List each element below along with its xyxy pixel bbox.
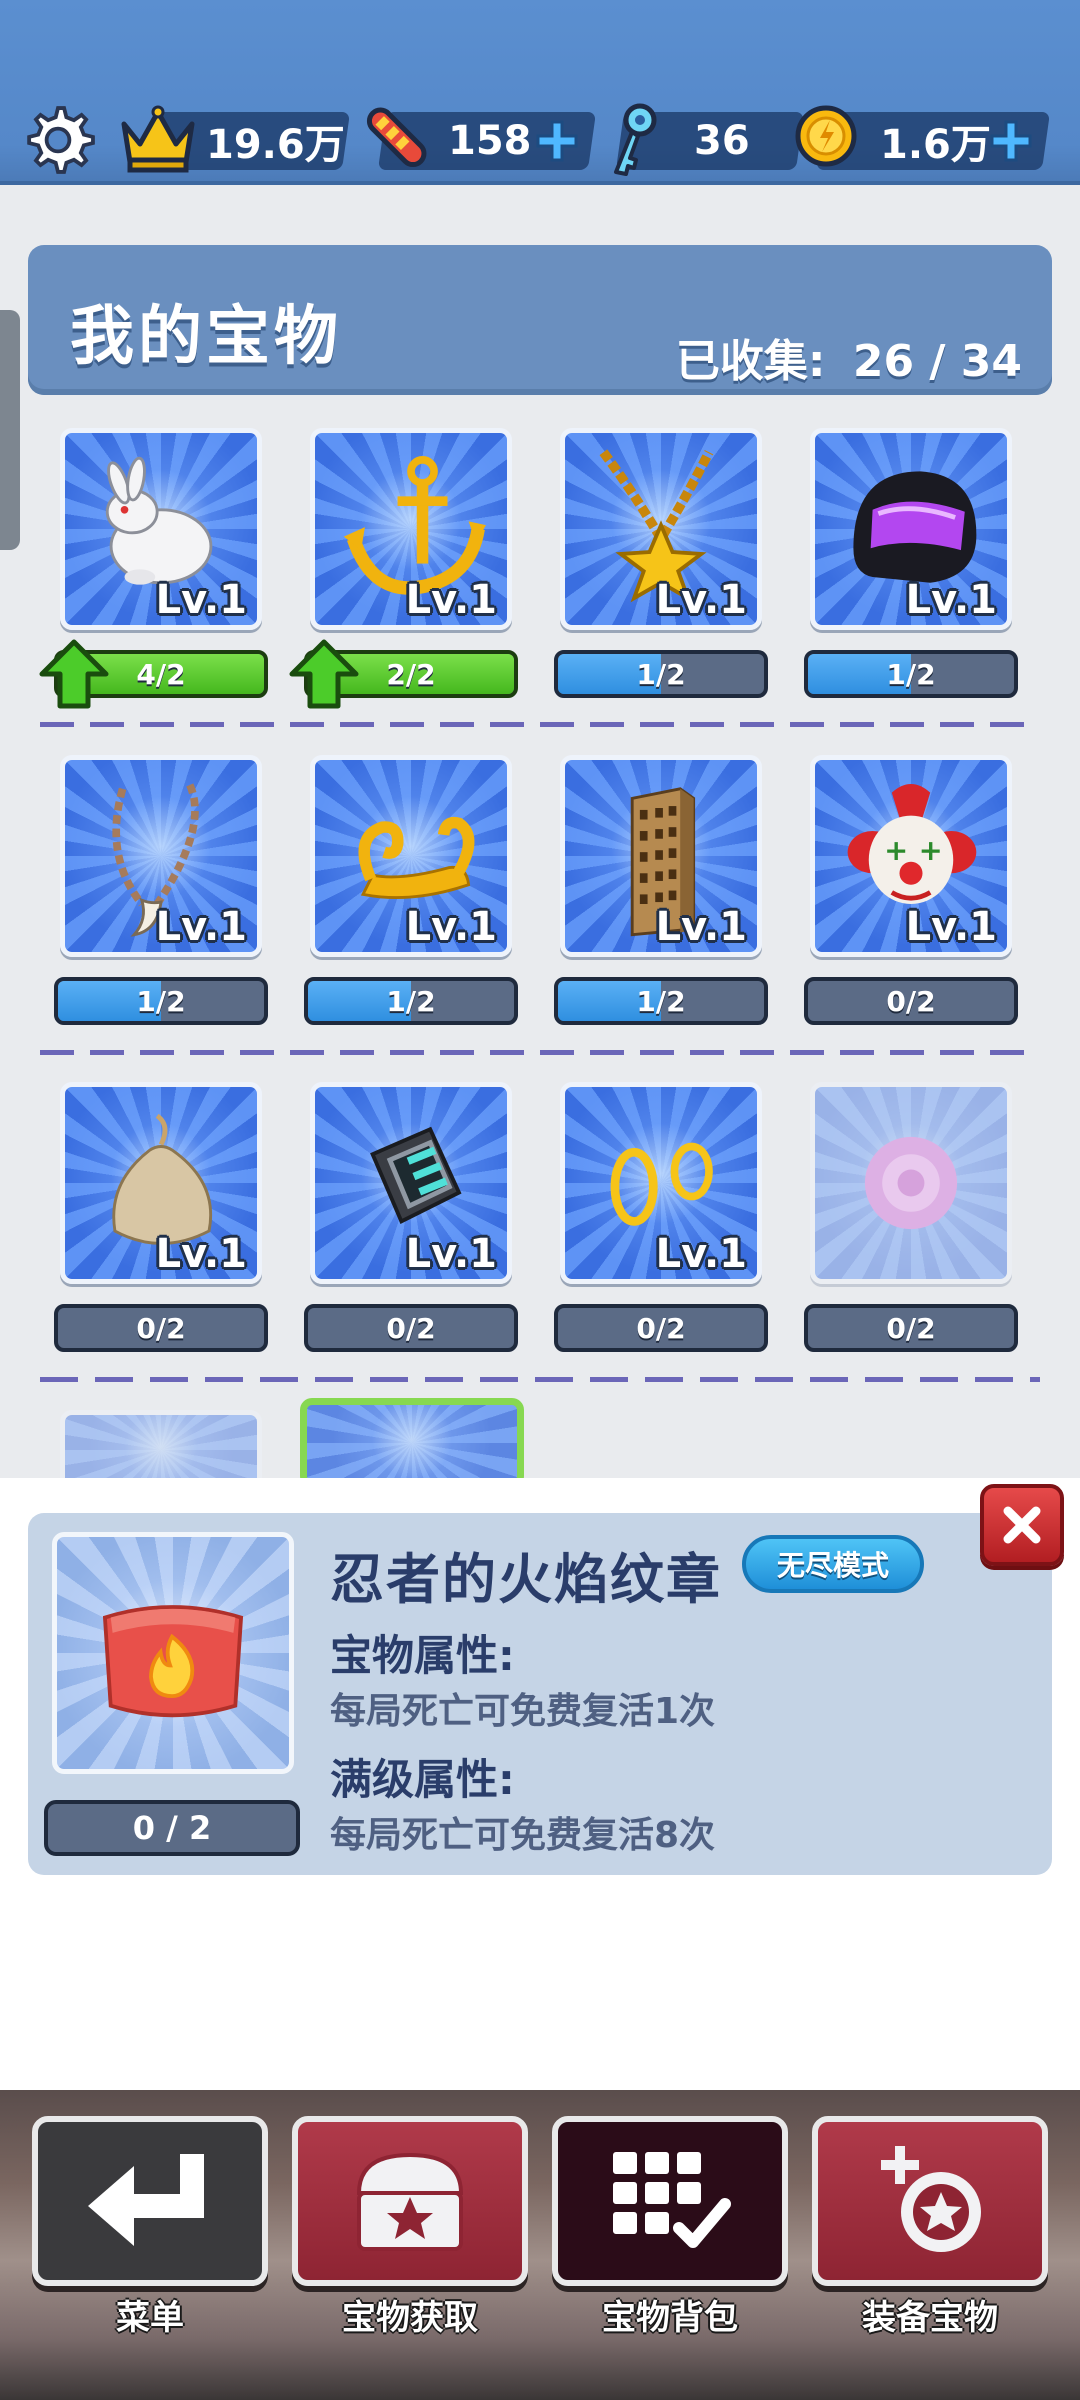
svg-text:+: +: [919, 833, 943, 867]
progress-text: 0/2: [636, 1311, 686, 1345]
row-divider: [40, 1050, 1040, 1055]
treasure-progress-bar: 0/2: [804, 977, 1018, 1025]
obtain-treasure-label: 宝物获取: [342, 2298, 478, 2338]
treasure-progress-bar: 0/2: [554, 1304, 768, 1352]
treasure-chest-icon: [356, 2152, 464, 2251]
progress-text: 0/2: [886, 1311, 936, 1345]
equip-treasure-label: 装备宝物: [862, 2298, 998, 2338]
treasure-level: Lv.1: [655, 1231, 747, 1277]
treasure-smart-watch[interactable]: Lv.1: [310, 1082, 512, 1284]
detail-treasure-name: 忍者的火焰纹章: [330, 1548, 722, 1611]
key-icon: [614, 103, 657, 176]
treasure-clown-mask[interactable]: + + Lv.1: [810, 755, 1012, 957]
upgrade-arrow-icon[interactable]: [38, 638, 110, 710]
max-attribute-text: 每局死亡可免费复活8次: [330, 1815, 716, 1856]
fire-emblem-icon: [102, 1605, 244, 1718]
treasure-backpack-label: 宝物背包: [602, 2298, 738, 2338]
treasure-level: Lv.1: [905, 904, 997, 950]
detail-progress-text: 0 / 2: [132, 1809, 212, 1847]
progress-text: 1/2: [136, 984, 186, 1018]
progress-text: 1/2: [636, 657, 686, 691]
treasure-progress-bar: 0/2: [804, 1304, 1018, 1352]
grid-check-icon: [613, 2152, 731, 2248]
progress-text: 1/2: [886, 657, 936, 691]
purple-flower-icon: [864, 1136, 958, 1230]
treasure-golden-rings[interactable]: Lv.1: [560, 1082, 762, 1284]
return-arrow-icon: [88, 2154, 204, 2246]
menu-label: 菜单: [116, 2298, 184, 2338]
coin-value: 1.6万: [880, 122, 991, 168]
detail-treasure-image: [52, 1532, 294, 1774]
treasure-magic-carpet[interactable]: Lv.1: [310, 755, 512, 957]
equip-star-icon: [881, 2146, 981, 2252]
attribute-text: 每局死亡可免费复活1次: [330, 1691, 716, 1732]
treasure-level: Lv.1: [155, 904, 247, 950]
treasure-progress-bar: 1/2: [804, 650, 1018, 698]
progress-text: 1/2: [636, 984, 686, 1018]
crown-value: 19.6万: [206, 122, 345, 168]
endless-mode-badge: 无尽模式: [742, 1535, 924, 1593]
crown-icon: [121, 105, 195, 173]
treasure-selected-tile[interactable]: [300, 1398, 524, 1488]
collected-value: 26 / 34: [852, 336, 1022, 387]
hoverboard-icon: [366, 107, 427, 168]
upgrade-arrow-icon[interactable]: [288, 638, 360, 710]
settings-gear-icon[interactable]: [20, 102, 96, 178]
progress-text: 1/2: [386, 984, 436, 1018]
treasure-level: Lv.1: [405, 577, 497, 623]
collected-count: 已收集: 26 / 34: [676, 325, 1022, 389]
attribute-title: 宝物属性:: [330, 1631, 515, 1680]
hoverboard-value: 158: [448, 118, 532, 164]
treasure-purple-flower[interactable]: [810, 1082, 1012, 1284]
coin-icon: [795, 105, 857, 167]
treasure-backpack-button[interactable]: [552, 2116, 788, 2286]
treasure-progress-bar: 1/2: [54, 977, 268, 1025]
treasure-level: Lv.1: [655, 904, 747, 950]
progress-text: 2/2: [386, 657, 436, 691]
treasure-progress-bar: 0/2: [304, 1304, 518, 1352]
treasure-fang-necklace[interactable]: Lv.1: [60, 755, 262, 957]
treasure-progress-bar: 1/2: [554, 650, 768, 698]
scroll-handle[interactable]: [0, 310, 20, 550]
svg-text:+: +: [884, 833, 908, 867]
obtain-treasure-button[interactable]: [292, 2116, 528, 2286]
equip-treasure-button[interactable]: [812, 2116, 1048, 2286]
close-button[interactable]: [980, 1484, 1064, 1566]
treasure-level: Lv.1: [405, 904, 497, 950]
detail-progress-bar: 0 / 2: [44, 1800, 300, 1856]
treasure-helmet[interactable]: Lv.1: [810, 428, 1012, 630]
add-coins-icon[interactable]: [988, 116, 1034, 166]
collected-label: 已收集:: [675, 336, 826, 387]
progress-text: 0/2: [386, 1311, 436, 1345]
menu-button[interactable]: [32, 2116, 268, 2286]
row-divider: [40, 1377, 1040, 1382]
treasure-level: Lv.1: [155, 577, 247, 623]
treasure-anchor[interactable]: Lv.1: [310, 428, 512, 630]
treasure-level: Lv.1: [655, 577, 747, 623]
add-hoverboard-icon[interactable]: [534, 116, 580, 166]
treasure-level: Lv.1: [155, 1231, 247, 1277]
progress-text: 0/2: [886, 984, 936, 1018]
treasure-progress-bar: 1/2: [554, 977, 768, 1025]
treasure-rabbit[interactable]: Lv.1: [60, 428, 262, 630]
treasure-progress-bar: 1/2: [304, 977, 518, 1025]
treasure-level: Lv.1: [405, 1231, 497, 1277]
progress-text: 0/2: [136, 1311, 186, 1345]
close-icon: [1003, 1506, 1041, 1544]
treasure-star-necklace[interactable]: Lv.1: [560, 428, 762, 630]
progress-text: 4/2: [136, 657, 186, 691]
collection-header: 我的宝物 已收集: 26 / 34: [28, 245, 1052, 395]
treasure-coin-pouch[interactable]: Lv.1: [60, 1082, 262, 1284]
treasure-progress-bar: 0/2: [54, 1304, 268, 1352]
max-attribute-title: 满级属性:: [330, 1755, 515, 1804]
row-divider: [40, 722, 1040, 727]
page-title: 我的宝物: [70, 300, 342, 374]
treasure-skyscraper[interactable]: Lv.1: [560, 755, 762, 957]
key-value: 36: [694, 118, 750, 164]
treasure-level: Lv.1: [905, 577, 997, 623]
